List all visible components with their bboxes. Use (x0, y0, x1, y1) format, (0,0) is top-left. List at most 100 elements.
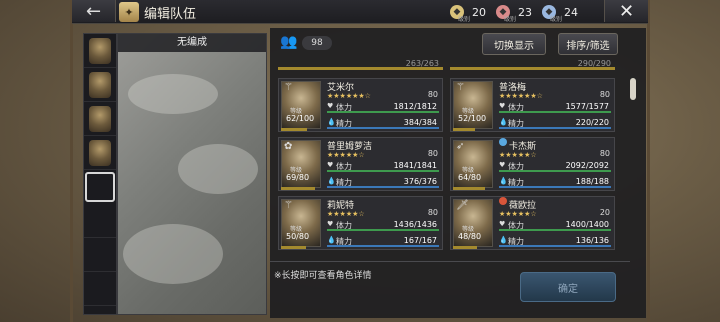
affiliation-icon (499, 197, 507, 205)
partial-bar (450, 67, 615, 70)
drop-icon: 💧 (327, 118, 336, 126)
scroll-thumb[interactable] (630, 78, 636, 100)
scrollbar[interactable] (630, 78, 636, 254)
close-button[interactable]: ✕ (604, 0, 648, 22)
sp-value: 384/384 (403, 118, 437, 127)
star-rating: ★★★★★☆ (327, 151, 365, 159)
partial-card: 290/290 (450, 59, 615, 70)
character-portrait: 🗡 等级 48/80 (453, 199, 493, 247)
sp-bar (499, 186, 611, 188)
hp-row: ♥ 体力 1577/1577 (499, 102, 611, 113)
drop-icon: 💧 (327, 236, 336, 244)
hp-row: ♥ 体力 1841/1841 (327, 161, 439, 172)
xp-bar (281, 128, 307, 131)
level-progress: 52/100 (458, 114, 487, 123)
party-slot[interactable] (84, 272, 116, 306)
hp-bar (499, 229, 611, 231)
sp-value: 167/167 (403, 236, 437, 245)
character-level: 80 (427, 90, 438, 99)
party-slot[interactable] (84, 204, 116, 238)
xp-bar (281, 187, 315, 190)
party-slot[interactable] (84, 34, 116, 68)
sort-filter-button[interactable]: 排序/筛选 (558, 33, 618, 55)
hint-text: ※长按即可查看角色详情 (274, 271, 372, 281)
roster-count: 98 (302, 36, 332, 50)
hp-row: ♥ 体力 1812/1812 (327, 102, 439, 113)
resource-value: 20 (472, 5, 486, 19)
party-slot-selected[interactable] (85, 172, 115, 202)
xp-bar (453, 187, 485, 190)
hp-bar (327, 111, 439, 113)
hp-bar (327, 170, 439, 172)
game-screen: ← ✦ 编辑队伍 ◆ 级别 20 ◆ 级别 23 ◆ 级别 24 ✕ 无编成 👥… (0, 0, 720, 322)
slot-portrait (89, 139, 111, 166)
star-rating: ★★★★★★☆ (499, 92, 543, 100)
sp-value: 376/376 (403, 177, 437, 186)
hp-value: 2092/2092 (565, 161, 609, 170)
party-slot[interactable] (84, 136, 116, 170)
character-card[interactable]: ⚚ 等级 62/100 艾米尔 ★★★★★★☆ 80 ♥ 体力 1812/181… (278, 78, 443, 132)
sp-row: 💧 精力 376/376 (327, 177, 439, 188)
sp-row: 💧 精力 136/136 (499, 236, 611, 247)
back-button[interactable]: ← (72, 0, 116, 22)
sp-bar (327, 127, 439, 129)
level-progress: 69/80 (286, 173, 310, 182)
character-portrait: ⚚ 等级 52/100 (453, 81, 493, 129)
partial-row: 263/263 290/290 (278, 59, 628, 70)
character-level: 80 (427, 208, 438, 217)
bow-icon: ➶ (456, 141, 465, 152)
character-card[interactable]: ➶ 等级 64/80 卡杰斯 ★★★★★☆ 80 ♥ 体力 2092/2092 … (450, 137, 615, 191)
back-arrow-icon: ← (85, 0, 102, 22)
sp-value: 136/136 (575, 236, 609, 245)
character-card[interactable]: 🗡 等级 48/80 薇欧拉 ★★★★★☆ 20 ♥ 体力 1400/1400 … (450, 196, 615, 250)
resource-sublabel: 级别 (458, 16, 471, 23)
drop-icon: 💧 (499, 177, 508, 185)
hp-value: 1436/1436 (393, 220, 437, 229)
character-level: 20 (599, 208, 610, 217)
staff-icon: ⚚ (456, 82, 465, 93)
star-rating: ★★★★★☆ (327, 210, 365, 218)
hp-bar (499, 170, 611, 172)
switch-display-button[interactable]: 切换显示 (482, 33, 546, 55)
hp-value: 1812/1812 (393, 102, 437, 111)
fan-icon: ✿ (284, 141, 293, 152)
hp-bar (499, 111, 611, 113)
party-slot[interactable] (84, 102, 116, 136)
sp-row: 💧 精力 384/384 (327, 118, 439, 129)
hp-bar (327, 229, 439, 231)
hp-row: ♥ 体力 2092/2092 (499, 161, 611, 172)
staff-icon: ⚚ (284, 200, 293, 211)
character-portrait: ➶ 等级 64/80 (453, 140, 493, 188)
resource-red: ◆ 级别 23 (496, 2, 532, 23)
slot-portrait (89, 37, 111, 64)
party-slot[interactable] (84, 238, 116, 272)
map-terrain (128, 74, 218, 114)
character-card[interactable]: ⚚ 等级 52/100 普洛梅 ★★★★★★☆ 80 ♥ 体力 1577/157… (450, 78, 615, 132)
slot-portrait (89, 105, 111, 132)
xp-bar (453, 128, 475, 131)
resource-sublabel: 级别 (550, 16, 563, 23)
character-grid: ⚚ 等级 62/100 艾米尔 ★★★★★★☆ 80 ♥ 体力 1812/181… (278, 78, 628, 254)
heart-icon: ♥ (327, 102, 334, 110)
drop-icon: 💧 (327, 177, 336, 185)
star-rating: ★★★★★★☆ (327, 92, 371, 100)
character-card[interactable]: ⚚ 等级 50/80 莉妮特 ★★★★★☆ 80 ♥ 体力 1436/1436 … (278, 196, 443, 250)
level-progress: 62/100 (286, 114, 315, 123)
party-slot[interactable] (84, 68, 116, 102)
people-icon: 👥 (280, 34, 298, 50)
sp-row: 💧 精力 188/188 (499, 177, 611, 188)
level-progress: 48/80 (458, 232, 482, 241)
level-progress: 64/80 (458, 173, 482, 182)
party-preview-panel: 无编成 (117, 33, 267, 315)
character-roster: 👥 98 切换显示 排序/筛选 263/263 290/290 ⚚ 等级 62/… (270, 28, 646, 318)
resource-sublabel: 级别 (504, 16, 517, 23)
heart-icon: ♥ (499, 161, 506, 169)
resource-value: 24 (564, 5, 578, 19)
drop-icon: 💧 (499, 236, 508, 244)
sp-value: 220/220 (575, 118, 609, 127)
confirm-button[interactable]: 确定 (520, 272, 616, 302)
heart-icon: ♥ (499, 102, 506, 110)
sp-row: 💧 精力 220/220 (499, 118, 611, 129)
character-card[interactable]: ✿ 等级 69/80 普里姆萝洁 ★★★★★☆ 80 ♥ 体力 1841/184… (278, 137, 443, 191)
slot-portrait (89, 71, 111, 98)
